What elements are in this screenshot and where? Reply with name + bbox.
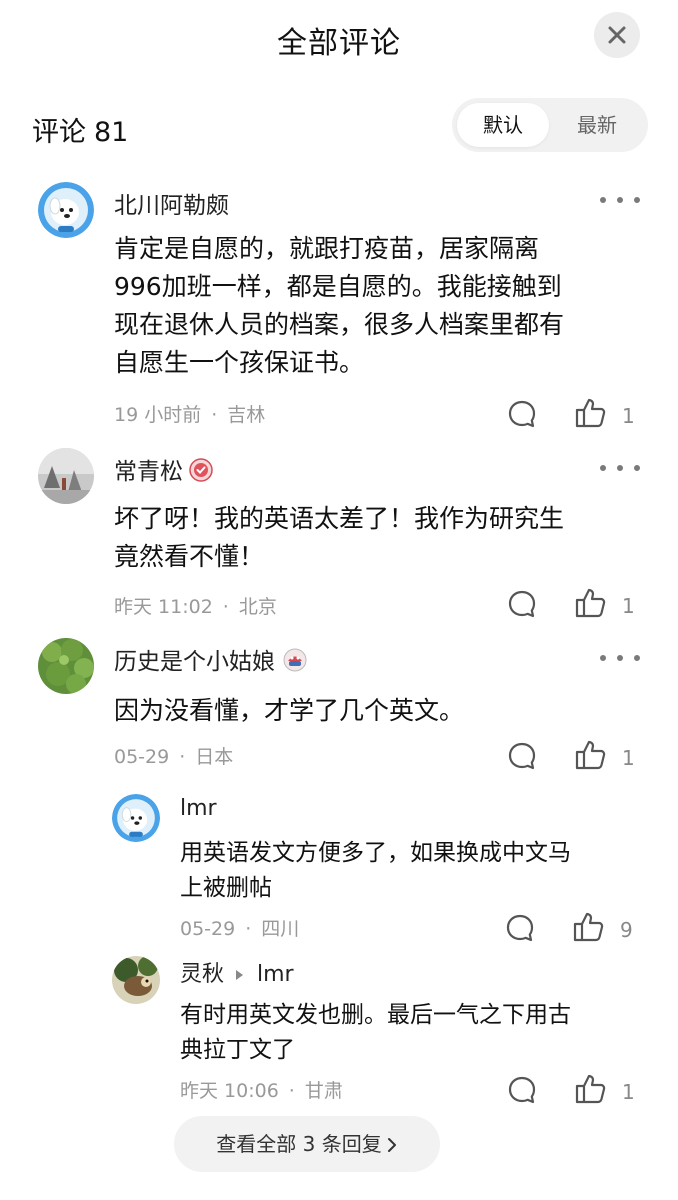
more-options-button[interactable] (600, 190, 640, 210)
comment-username-text: 常青松 (114, 459, 183, 485)
comment-count-value: 81 (94, 117, 129, 148)
meta-separator: · (179, 746, 186, 768)
comment-text-line: 坏了呀！我的英语太差了！我作为研究生 (114, 504, 565, 533)
reply-text-line: 用英语发文方便多了，如果换成中文马 (180, 840, 571, 866)
reply-to-arrow-icon (236, 970, 244, 980)
reply-icon[interactable] (506, 588, 538, 620)
comment-location: 日本 (195, 746, 234, 768)
comment-username[interactable]: 历史是个小姑娘 (114, 642, 309, 678)
meta-separator: · (222, 596, 229, 618)
avatar[interactable] (38, 638, 94, 694)
meta-separator: · (245, 918, 252, 940)
comment-time: 19 小时前 (114, 404, 202, 426)
reply-icon[interactable] (506, 740, 538, 772)
like-count: 1 (622, 746, 635, 770)
comment-text-line: 自愿生一个孩保证书。 (114, 348, 365, 377)
reply-icon[interactable] (504, 912, 536, 944)
comment-username[interactable]: 常青松 (114, 452, 213, 488)
dog-avatar-icon (38, 182, 94, 238)
view-all-replies-button[interactable]: 查看全部 3 条回复 (174, 1116, 440, 1172)
more-dot-icon (617, 197, 623, 203)
close-button[interactable] (594, 12, 640, 58)
reply-location: 四川 (261, 918, 300, 940)
more-dot-icon (600, 197, 606, 203)
comment-text-line: 竟然看不懂！ (114, 542, 265, 571)
like-count: 1 (622, 404, 635, 428)
more-options-button[interactable] (600, 458, 640, 478)
reply-icon[interactable] (506, 398, 538, 430)
reply-username-text: 灵秋 (180, 962, 225, 987)
like-count: 1 (622, 1080, 635, 1104)
more-dot-icon (634, 197, 640, 203)
more-dot-icon (634, 465, 640, 471)
comment-count: 评论 81 (32, 110, 128, 149)
view-all-replies-label: 查看全部 3 条回复 (216, 1132, 382, 1156)
comment-text: 肯定是自愿的，就跟打疫苗，居家隔离 996加班一样，都是自愿的。我能接触到 现在… (114, 230, 654, 382)
sort-toggle: 默认 最新 (452, 98, 648, 152)
reply-to-username[interactable]: lmr (257, 962, 294, 987)
more-dot-icon (617, 655, 623, 661)
reply-time: 昨天 10:06 (180, 1080, 279, 1102)
more-dot-icon (600, 465, 606, 471)
reply-text-line: 典拉丁文了 (180, 1037, 295, 1063)
comment-location: 北京 (238, 596, 277, 618)
avatar[interactable] (112, 956, 160, 1004)
member-badge-icon (281, 648, 309, 678)
comment-text-line: 肯定是自愿的，就跟打疫苗，居家隔离 (114, 234, 540, 263)
more-dot-icon (617, 465, 623, 471)
like-count: 9 (620, 918, 633, 942)
landscape-avatar-icon (38, 448, 94, 504)
more-options-button[interactable] (600, 648, 640, 668)
reply-username[interactable]: lmr (180, 796, 217, 821)
comment-text: 坏了呀！我的英语太差了！我作为研究生 竟然看不懂！ (114, 500, 654, 576)
reply-location: 甘肃 (304, 1080, 343, 1102)
comment-time: 05-29 (114, 746, 170, 768)
chevron-right-icon (386, 1116, 398, 1172)
comment-meta: 05-29 · 日本 (114, 742, 233, 769)
like-icon[interactable] (574, 738, 608, 772)
comment-text: 因为没看懂，才学了几个英文。 (114, 692, 654, 730)
reply-text-line: 上被删帖 (180, 875, 272, 901)
comment-text-line: 因为没看懂，才学了几个英文。 (114, 696, 465, 725)
sort-default-tab[interactable]: 默认 (457, 103, 549, 147)
comment-username[interactable]: 北川阿勒颇 (114, 186, 229, 220)
comment-text-line: 996加班一样，都是自愿的。我能接触到 (114, 272, 562, 301)
more-dot-icon (634, 655, 640, 661)
verified-badge-icon (189, 457, 213, 488)
comment-count-row: 评论 81 默认 最新 (0, 98, 678, 156)
like-icon[interactable] (572, 910, 606, 944)
meta-separator: · (211, 404, 218, 426)
reply-text: 有时用英文发也删。最后一气之下用古 典拉丁文了 (180, 998, 656, 1068)
reply-meta: 昨天 10:06 · 甘肃 (180, 1076, 343, 1103)
page-title: 全部评论 (277, 26, 401, 61)
sort-latest-tab[interactable]: 最新 (551, 103, 643, 147)
bird-avatar-icon (112, 956, 160, 1004)
comment-text-line: 现在退休人员的档案，很多人档案里都有 (114, 310, 565, 339)
like-count: 1 (622, 594, 635, 618)
avatar[interactable] (38, 182, 94, 238)
reply-text-line: 有时用英文发也删。最后一气之下用古 (180, 1002, 571, 1028)
like-icon[interactable] (574, 396, 608, 430)
comment-count-label: 评论 (32, 117, 86, 148)
close-icon (608, 26, 626, 44)
reply-meta: 05-29 · 四川 (180, 914, 299, 941)
avatar[interactable] (38, 448, 94, 504)
comment-username-text: 历史是个小姑娘 (114, 649, 275, 675)
sheet-header: 全部评论 (0, 0, 678, 76)
broccoli-avatar-icon (38, 638, 94, 694)
reply-text: 用英语发文方便多了，如果换成中文马 上被删帖 (180, 836, 656, 906)
dog-avatar-icon (112, 794, 160, 842)
comment-time: 昨天 11:02 (114, 596, 213, 618)
reply-username[interactable]: 灵秋 lmr (180, 956, 294, 988)
like-icon[interactable] (574, 1072, 608, 1106)
comment-location: 吉林 (227, 404, 266, 426)
meta-separator: · (288, 1080, 295, 1102)
like-icon[interactable] (574, 586, 608, 620)
more-dot-icon (600, 655, 606, 661)
avatar[interactable] (112, 794, 160, 842)
comment-meta: 昨天 11:02 · 北京 (114, 592, 277, 619)
comment-meta: 19 小时前 · 吉林 (114, 400, 265, 427)
reply-time: 05-29 (180, 918, 236, 940)
reply-icon[interactable] (506, 1074, 538, 1106)
